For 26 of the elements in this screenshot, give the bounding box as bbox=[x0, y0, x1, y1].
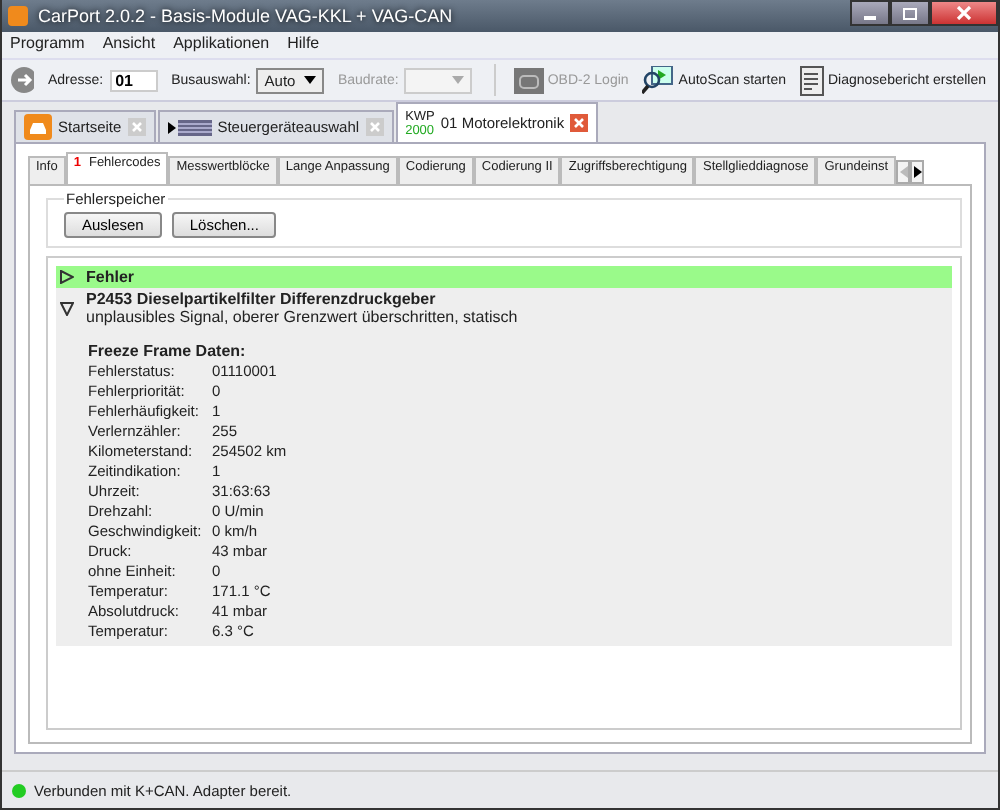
connector-icon bbox=[513, 67, 544, 93]
close-icon[interactable] bbox=[570, 114, 589, 132]
scroll-right-button[interactable] bbox=[910, 160, 925, 184]
fault-header: Fehler bbox=[56, 266, 952, 288]
caret-icon bbox=[303, 76, 316, 84]
arrow-button-icon[interactable] bbox=[10, 66, 34, 94]
collapsed-triangle-icon[interactable] bbox=[60, 270, 74, 284]
maximize-icon bbox=[902, 7, 918, 19]
menu-item[interactable]: Applikationen bbox=[173, 34, 270, 56]
close-button[interactable] bbox=[930, 0, 998, 26]
address-field[interactable]: 01 bbox=[109, 69, 158, 91]
menu-item[interactable]: Ansicht bbox=[102, 34, 156, 56]
window-title: CarPort 2.0.2 - Basis-Module VAG-KKL + VAG-CAN bbox=[38, 6, 453, 26]
fault-description: unplausibles Signal, oberer Grenzwert überschritten, statisch bbox=[86, 308, 518, 326]
menu-item[interactable]: Programm bbox=[10, 34, 85, 56]
freeze-frame-title: Freeze Frame Daten: bbox=[88, 342, 248, 362]
maximize-button[interactable] bbox=[890, 0, 930, 26]
close-icon bbox=[956, 6, 972, 20]
caret-icon bbox=[451, 76, 464, 84]
module-icon bbox=[167, 117, 212, 137]
magnifier-icon bbox=[642, 66, 675, 94]
menu-item[interactable]: Hilfe bbox=[287, 34, 320, 56]
minimize-button[interactable] bbox=[850, 0, 890, 26]
document-icon bbox=[800, 65, 824, 95]
expand-triangle-icon[interactable] bbox=[60, 302, 74, 316]
fault-title: P2453 Dieselpartikelfilter Differenzdruckgeber bbox=[86, 290, 438, 308]
